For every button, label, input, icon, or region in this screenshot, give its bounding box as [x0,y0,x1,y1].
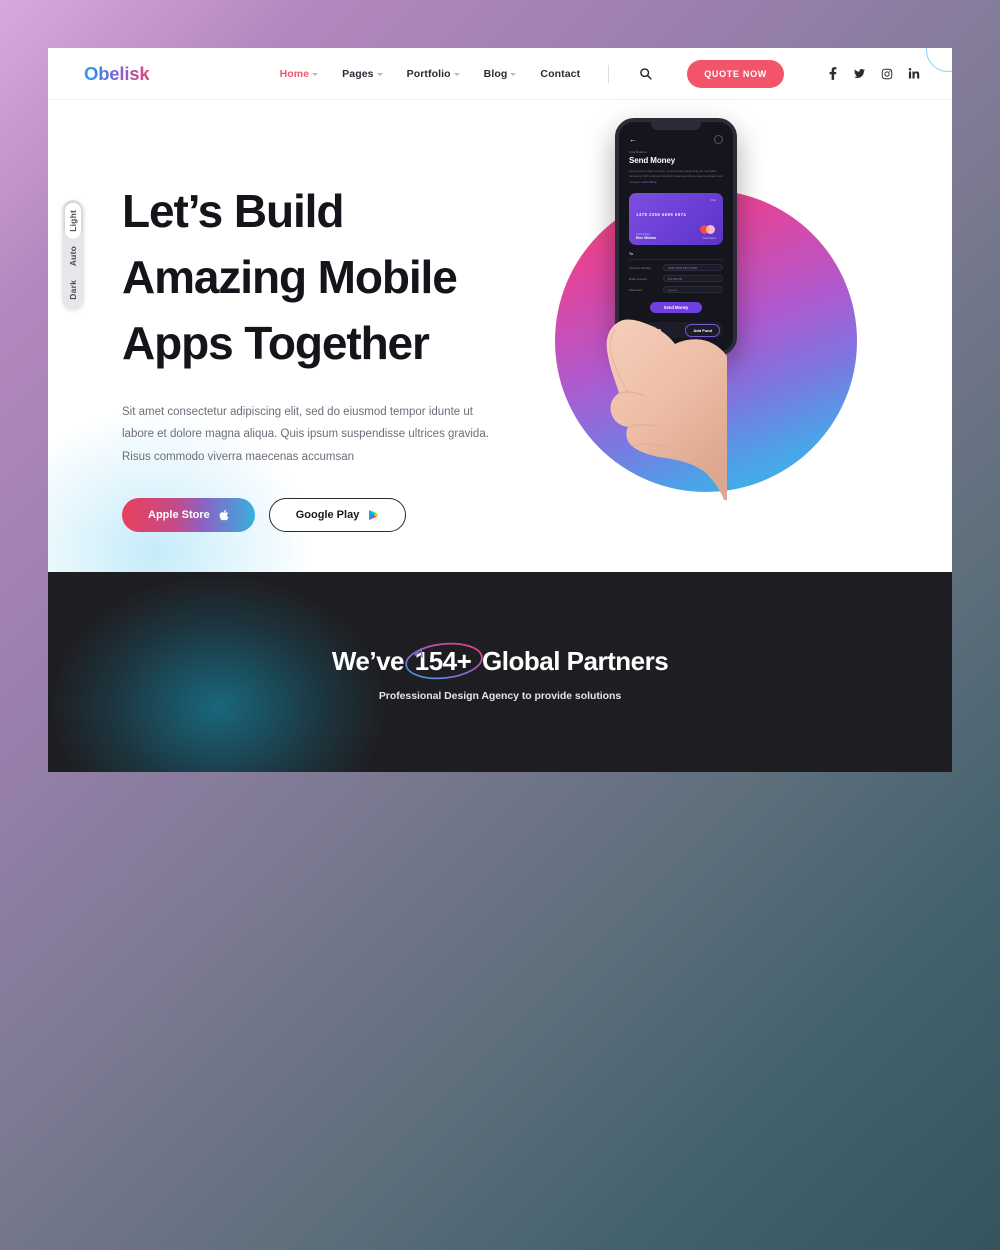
phone-learn-more-link[interactable]: Learn More [641,180,656,184]
field-value: 2255 4595 5874 4455 [668,265,698,270]
balance-value: $ 1,701.59 [636,328,661,335]
partners-title: We’ve 154+ Global Partners [331,642,669,680]
social-links [826,67,920,80]
amount-input[interactable]: $ 2,156.00 [663,275,723,283]
nav-label: Blog [483,67,508,80]
phone-description: Lorem ipsum dolor sit amet, consectetuer… [629,169,723,186]
highlight-ellipse-icon [405,642,483,680]
google-play-button[interactable]: Google Play [268,497,407,532]
nav-label: Portfolio [406,67,451,80]
partners-title-after: Global Partners [482,646,669,676]
phone-eyebrow: Total Balance [629,150,648,154]
field-label: Enter Amount [629,276,648,281]
nav-label: Contact [540,67,581,80]
hero-title-line-3: Apps Together [122,317,430,370]
hero-title: Let’s Build Amazing Mobile Apps Together [122,178,537,377]
field-label: Account Number [629,265,652,270]
site-header: Obelisk Home Pages Portfolio Blog Contac… [48,48,952,100]
form-row-amount: Enter Amount $ 2,156.00 [629,275,723,283]
card-holder-name: Elor Winton [636,236,657,241]
google-play-label: Google Play [295,508,360,521]
chevron-down-icon [312,72,319,76]
account-number-input[interactable]: 2255 4595 5874 4455 [663,264,723,272]
partners-section: We’ve 154+ Global Partners Professional … [48,572,952,772]
hero-paragraph: Sit amet consectetur adipiscing elit, se… [122,405,489,463]
instagram-icon[interactable] [880,67,893,80]
chevron-down-icon [453,72,460,76]
nav-item-blog[interactable]: Blog [484,68,517,80]
site-frame: Obelisk Home Pages Portfolio Blog Contac… [48,48,952,772]
password-input[interactable]: ••••••••• [663,286,723,294]
chevron-down-icon [510,72,517,76]
partners-subtitle: Professional Design Agency to provide so… [378,690,622,702]
field-value: $ 2,156.00 [668,276,683,281]
avatar[interactable] [714,135,723,144]
nav-item-contact[interactable]: Contact [540,68,580,80]
nav-label: Home [279,67,310,80]
hero-illustration: ← Total Balance Send Money Lorem ipsum d… [537,100,900,572]
hero-title-line-1: Let’s Build [122,185,344,237]
facebook-icon[interactable] [826,67,839,80]
theme-option-light[interactable]: Light [65,203,81,239]
search-icon[interactable] [635,64,655,84]
field-label: Password [629,287,643,292]
phone-mockup: ← Total Balance Send Money Lorem ipsum d… [615,118,737,356]
add-fund-button[interactable]: Add Fund [685,323,720,337]
mastercard-icon [700,225,715,235]
apple-logo-icon [219,509,229,521]
nav-item-portfolio[interactable]: Portfolio [407,68,460,80]
nav-divider [608,64,610,83]
linkedin-icon[interactable] [907,67,920,80]
credit-card: Visa 1478 2356 6595 5874 Card Holder Elo… [629,193,723,246]
chevron-down-icon [376,72,383,76]
hero-section: Light Auto Dark Let’s Build Amazing Mobi… [48,100,952,572]
phone-screen: ← Total Balance Send Money Lorem ipsum d… [619,122,733,352]
hero-buttons: Apple Store Google Play [122,497,537,532]
hero-content: Let’s Build Amazing Mobile Apps Together… [122,100,537,572]
field-value: ••••••••• [668,287,678,292]
send-money-button[interactable]: Send Money [650,302,702,314]
nav-item-pages[interactable]: Pages [342,67,383,80]
card-brand: Visa [710,198,716,203]
apple-store-label: Apple Store [148,508,210,521]
phone-notch [651,122,701,130]
to-label: To [629,252,723,261]
google-play-icon [369,509,379,521]
form-row-account-number: Account Number 2255 4595 5874 4455 [629,264,723,272]
apple-store-button[interactable]: Apple Store [122,497,255,532]
main-navigation: Home Pages Portfolio Blog Contact QUOTE … [280,59,920,88]
phone-title: Send Money [629,155,676,165]
theme-switcher[interactable]: Light Auto Dark [62,200,84,310]
decorative-circle [926,48,952,72]
nav-item-home[interactable]: Home [280,68,319,80]
site-logo[interactable]: Obelisk [84,63,150,85]
form-row-password: Password ••••••••• [629,286,723,294]
partners-title-before: We’ve [331,646,405,676]
theme-option-dark[interactable]: Dark [65,273,81,307]
balance-bar: Available Balance $ 1,701.59 Add Fund [629,322,723,339]
nav-label: Pages [342,67,374,80]
quote-now-button[interactable]: QUOTE NOW [687,59,784,88]
partners-highlight-wrap: 154+ [405,642,483,680]
twitter-icon[interactable] [853,67,866,80]
card-type-label: Card Name [702,237,716,241]
back-arrow-icon[interactable]: ← [629,135,637,144]
theme-option-auto[interactable]: Auto [65,239,81,273]
hero-title-line-2: Amazing Mobile [122,251,458,304]
card-number: 1478 2356 6595 5874 [636,212,687,218]
